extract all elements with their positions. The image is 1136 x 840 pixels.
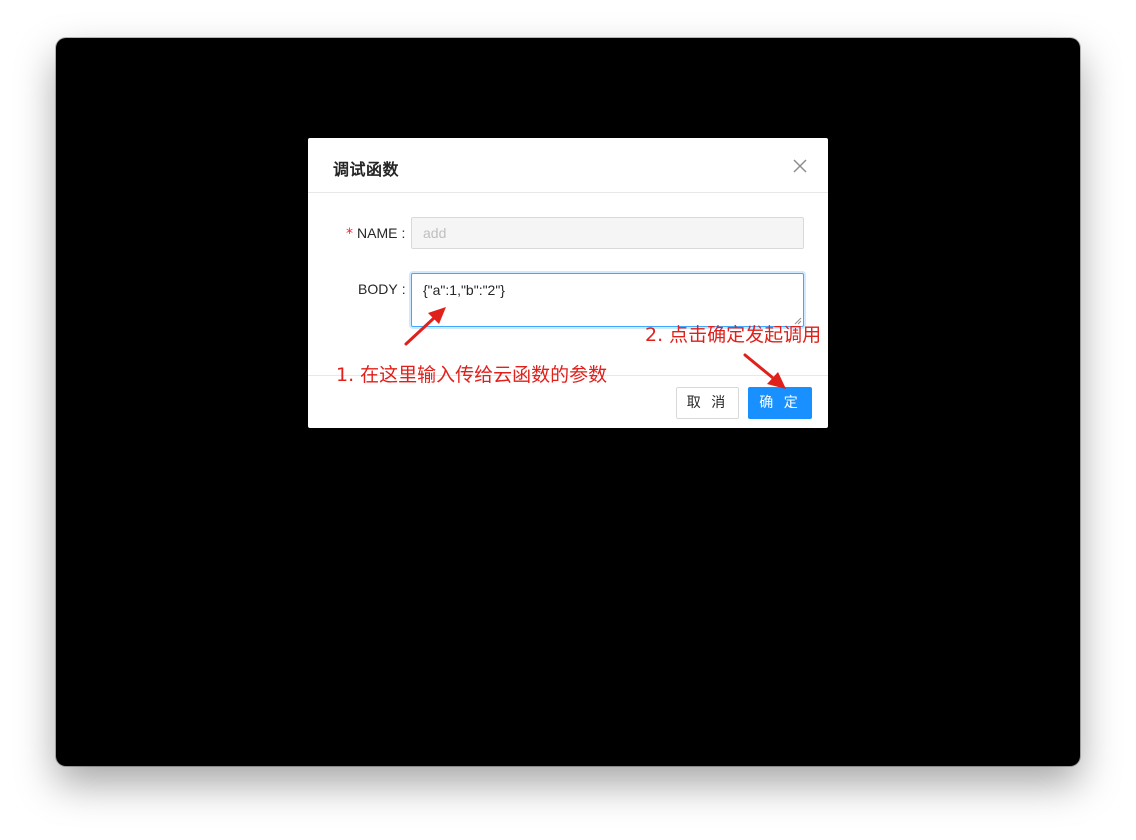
ok-button[interactable]: 确 定 <box>748 387 812 419</box>
annotation-step1: 1. 在这里输入传给云函数的参数 <box>336 364 608 386</box>
body-label: BODY: <box>358 281 406 297</box>
cancel-button[interactable]: 取 消 <box>676 387 739 419</box>
name-input[interactable]: add <box>411 217 804 249</box>
close-button[interactable] <box>790 156 810 176</box>
close-icon <box>793 159 807 173</box>
body-textarea-value: {"a":1,"b":"2"} <box>423 282 505 298</box>
body-textarea[interactable]: {"a":1,"b":"2"} <box>411 273 804 327</box>
name-label-text: NAME <box>357 225 398 241</box>
modal-title: 调试函数 <box>333 160 400 179</box>
name-label: * NAME: <box>346 225 405 242</box>
annotation-step2: 2. 点击确定发起调用 <box>645 324 822 346</box>
body-label-text: BODY <box>358 281 398 297</box>
body-label-colon: : <box>401 281 406 297</box>
required-mark: * <box>346 226 353 242</box>
name-label-colon: : <box>401 225 406 241</box>
modal-header: 调试函数 <box>308 138 828 193</box>
